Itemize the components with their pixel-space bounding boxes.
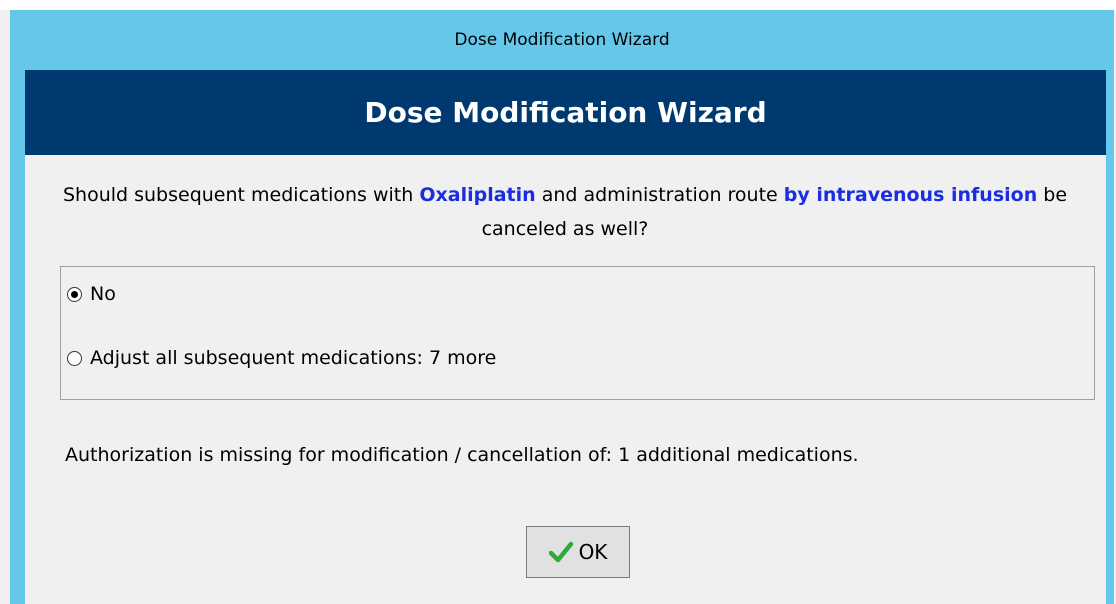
ok-button-label: OK — [578, 540, 608, 564]
dialog-window: Dose Modification Wizard Dose Modificati… — [0, 0, 1116, 604]
radio-adjust-all[interactable] — [67, 350, 82, 366]
route-name: by intravenous infusion — [783, 184, 1038, 206]
drug-name: Oxaliplatin — [419, 184, 536, 206]
radio-no[interactable] — [67, 286, 82, 302]
question-part2: and administration route — [535, 184, 784, 206]
window-titlebar[interactable]: Dose Modification Wizard — [10, 10, 1114, 70]
dialog-content: Dose Modification Wizard Should subseque… — [25, 70, 1106, 604]
option-no-label: No — [90, 283, 116, 305]
window-title: Dose Modification Wizard — [454, 30, 670, 50]
options-group: No Adjust all subsequent medications: 7 … — [60, 266, 1095, 400]
option-adjust-all[interactable]: Adjust all subsequent medications: 7 mor… — [67, 347, 496, 369]
question-text: Should subsequent medications with Oxali… — [55, 178, 1075, 246]
option-adjust-all-label: Adjust all subsequent medications: 7 mor… — [90, 347, 497, 369]
header-title: Dose Modification Wizard — [364, 96, 767, 129]
authorization-message: Authorization is missing for modificatio… — [65, 444, 859, 466]
header-banner: Dose Modification Wizard — [25, 70, 1106, 155]
ok-button[interactable]: OK — [526, 526, 630, 578]
option-no[interactable]: No — [67, 283, 116, 305]
checkmark-icon — [548, 541, 573, 563]
question-part1: Should subsequent medications with — [62, 184, 420, 206]
